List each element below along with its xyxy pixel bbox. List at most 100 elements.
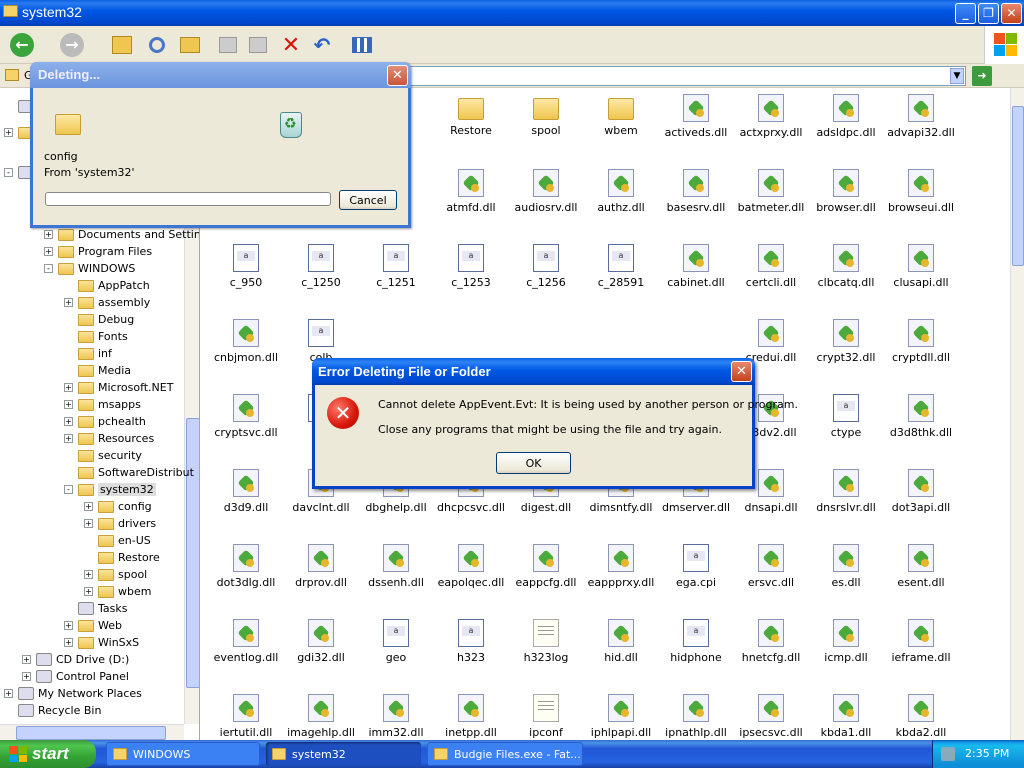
file-item[interactable]: clbcatq.dll bbox=[810, 244, 882, 289]
file-item[interactable]: dot3api.dll bbox=[885, 469, 957, 514]
delete-icon[interactable]: ✕ bbox=[277, 31, 305, 59]
expand-icon[interactable]: + bbox=[64, 434, 73, 443]
file-item[interactable]: eventlog.dll bbox=[210, 619, 282, 664]
tree-item[interactable]: + Documents and Settin bbox=[44, 226, 199, 243]
file-item[interactable]: Restore bbox=[435, 94, 507, 137]
tree-item[interactable]: + Program Files bbox=[44, 243, 152, 260]
tree-item[interactable]: + CD Drive (D:) bbox=[22, 651, 129, 668]
file-item[interactable]: ipsecsvc.dll bbox=[735, 694, 807, 739]
undo-icon[interactable]: ↶ bbox=[308, 31, 336, 59]
search-icon[interactable] bbox=[143, 31, 171, 59]
collapse-icon[interactable]: - bbox=[64, 485, 73, 494]
file-item[interactable]: iphlpapi.dll bbox=[585, 694, 657, 739]
file-item[interactable]: kbda2.dll bbox=[885, 694, 957, 739]
tree-item[interactable]: - system32 bbox=[64, 481, 156, 498]
file-item[interactable]: ega.cpi bbox=[660, 544, 732, 589]
file-item[interactable]: cabinet.dll bbox=[660, 244, 732, 289]
file-item[interactable]: d3d9.dll bbox=[210, 469, 282, 514]
file-item[interactable]: ieframe.dll bbox=[885, 619, 957, 664]
copy-to-icon[interactable] bbox=[244, 31, 272, 59]
file-item[interactable]: activeds.dll bbox=[660, 94, 732, 139]
tree-item[interactable]: + drivers bbox=[84, 515, 156, 532]
tree-item[interactable]: + assembly bbox=[64, 294, 150, 311]
file-item[interactable]: ipconf bbox=[510, 694, 582, 739]
file-item[interactable]: imagehlp.dll bbox=[285, 694, 357, 739]
deleting-close-button[interactable]: ✕ bbox=[387, 65, 408, 86]
views-icon[interactable] bbox=[348, 31, 376, 59]
file-item[interactable]: d3d8thk.dll bbox=[885, 394, 957, 439]
collapse-icon[interactable]: - bbox=[4, 168, 13, 177]
file-item[interactable]: dnsrslvr.dll bbox=[810, 469, 882, 514]
title-bar[interactable]: system32 _ ❐ ✕ bbox=[0, 0, 1024, 26]
file-item[interactable]: eappprxy.dll bbox=[585, 544, 657, 589]
file-item[interactable]: eappcfg.dll bbox=[510, 544, 582, 589]
tree-item[interactable]: + My Network Places bbox=[4, 685, 142, 702]
file-item[interactable]: dot3dlg.dll bbox=[210, 544, 282, 589]
tree-item[interactable]: + msapps bbox=[64, 396, 141, 413]
file-item[interactable]: batmeter.dll bbox=[735, 169, 807, 214]
ok-button[interactable]: OK bbox=[496, 452, 571, 474]
file-item[interactable]: dssenh.dll bbox=[360, 544, 432, 589]
tree-horizontal-scrollbar[interactable] bbox=[0, 724, 184, 740]
expand-icon[interactable]: + bbox=[84, 519, 93, 528]
error-title-bar[interactable]: Error Deleting File or Folder ✕ bbox=[312, 358, 755, 385]
file-item[interactable]: c_1250 bbox=[285, 244, 357, 289]
tree-item[interactable]: en-US bbox=[84, 532, 151, 549]
file-list-scrollbar[interactable] bbox=[1010, 88, 1024, 740]
cancel-button[interactable]: Cancel bbox=[339, 190, 397, 210]
file-item[interactable]: c_28591 bbox=[585, 244, 657, 289]
move-to-icon[interactable] bbox=[214, 31, 242, 59]
tree-item[interactable]: AppPatch bbox=[64, 277, 150, 294]
tree-item[interactable]: + wbem bbox=[84, 583, 151, 600]
file-item[interactable]: esent.dll bbox=[885, 544, 957, 589]
file-item[interactable]: imm32.dll bbox=[360, 694, 432, 739]
tree-item[interactable]: + pchealth bbox=[64, 413, 146, 430]
start-button[interactable]: start bbox=[0, 740, 96, 768]
file-item[interactable]: gdi32.dll bbox=[285, 619, 357, 664]
file-item[interactable]: hidphone bbox=[660, 619, 732, 664]
up-folder-icon[interactable] bbox=[108, 31, 136, 59]
expand-icon[interactable]: + bbox=[84, 570, 93, 579]
file-item[interactable]: spool bbox=[510, 94, 582, 137]
expand-icon[interactable]: + bbox=[64, 298, 73, 307]
expand-icon[interactable]: + bbox=[22, 655, 31, 664]
file-item[interactable]: wbem bbox=[585, 94, 657, 137]
error-close-button[interactable]: ✕ bbox=[731, 361, 752, 382]
file-item[interactable]: actxprxy.dll bbox=[735, 94, 807, 139]
file-item[interactable]: h323 bbox=[435, 619, 507, 664]
file-item[interactable]: inetpp.dll bbox=[435, 694, 507, 739]
back-button[interactable]: ← bbox=[8, 31, 36, 59]
maximize-button[interactable]: ❐ bbox=[978, 3, 999, 24]
tray-icon[interactable] bbox=[941, 747, 955, 761]
chevron-down-icon[interactable]: ▼ bbox=[950, 68, 964, 84]
file-item[interactable]: atmfd.dll bbox=[435, 169, 507, 214]
file-item[interactable]: browseui.dll bbox=[885, 169, 957, 214]
file-item[interactable]: c_1256 bbox=[510, 244, 582, 289]
folders-icon[interactable] bbox=[176, 31, 204, 59]
expand-icon[interactable]: + bbox=[84, 502, 93, 511]
close-button[interactable]: ✕ bbox=[1001, 3, 1022, 24]
expand-icon[interactable]: + bbox=[64, 383, 73, 392]
taskbar-button[interactable]: Budgie Files.exe - Fat... bbox=[427, 742, 583, 766]
tree-item[interactable]: Fonts bbox=[64, 328, 128, 345]
taskbar-button[interactable]: WINDOWS bbox=[106, 742, 260, 766]
file-item[interactable]: c_1253 bbox=[435, 244, 507, 289]
tree-item[interactable]: Tasks bbox=[64, 600, 127, 617]
file-item[interactable]: eapolqec.dll bbox=[435, 544, 507, 589]
file-item[interactable]: ersvc.dll bbox=[735, 544, 807, 589]
tree-item[interactable]: Restore bbox=[84, 549, 160, 566]
expand-icon[interactable]: + bbox=[64, 621, 73, 630]
file-item[interactable]: clusapi.dll bbox=[885, 244, 957, 289]
file-item[interactable]: geo bbox=[360, 619, 432, 664]
file-item[interactable]: cryptsvc.dll bbox=[210, 394, 282, 439]
forward-button[interactable]: → bbox=[58, 31, 86, 59]
file-item[interactable]: ipnathlp.dll bbox=[660, 694, 732, 739]
deleting-title-bar[interactable]: Deleting... ✕ bbox=[30, 62, 411, 88]
expand-icon[interactable]: + bbox=[64, 417, 73, 426]
tree-item[interactable]: SoftwareDistribut bbox=[64, 464, 194, 481]
expand-icon[interactable]: + bbox=[4, 128, 13, 137]
file-item[interactable]: audiosrv.dll bbox=[510, 169, 582, 214]
file-item[interactable]: browser.dll bbox=[810, 169, 882, 214]
file-item[interactable]: iertutil.dll bbox=[210, 694, 282, 739]
file-item[interactable]: c_1251 bbox=[360, 244, 432, 289]
